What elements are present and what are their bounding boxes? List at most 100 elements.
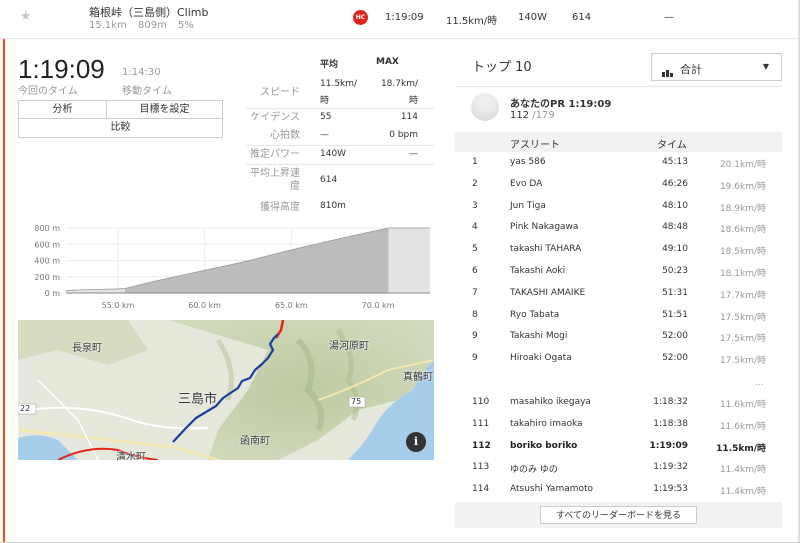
leaderboard-time: 45:13 xyxy=(662,157,688,167)
leaderboard-row[interactable]: 113 ゆのみ ゆの 1:19:32 11.4km/時 xyxy=(455,457,782,479)
leaderboard-athlete-name[interactable]: Atsushi Yamamoto xyxy=(510,484,593,494)
stat-label-heartrate: 心拍数 xyxy=(270,130,300,141)
leaderboard-rank: 1 xyxy=(472,157,478,167)
leaderboard-rank: 110 xyxy=(472,397,490,407)
leaderboard-time: 50:23 xyxy=(662,266,688,276)
info-icon[interactable]: i xyxy=(406,432,426,452)
hc-category-badge: HC xyxy=(353,10,368,25)
leaderboard-row[interactable]: 110 masahiko ikegaya 1:18:32 11.6km/時 xyxy=(455,392,782,414)
leaderboard-athlete-name[interactable]: takashi TAHARA xyxy=(510,244,581,254)
leaderboard-speed: 18.6km/時 xyxy=(719,225,766,236)
leaderboard-speed: 17.5km/時 xyxy=(719,312,766,323)
leaderboard-time: 1:19:53 xyxy=(653,484,688,495)
leaderboard-time: 1:18:32 xyxy=(653,397,688,407)
leaderboard-athlete-name[interactable]: Jun Tiga xyxy=(510,201,546,211)
leaderboard-athlete-name[interactable]: Pink Nakagawa xyxy=(510,222,578,232)
leaderboard-row[interactable]: 9 Takashi Mogi 52:00 17.5km/時 xyxy=(455,326,782,348)
segment-time: 1:19:09 xyxy=(385,12,424,23)
view-all-leaderboards-button[interactable]: すべてのリーダーボードを見る xyxy=(540,506,697,524)
stats-max-header: MAX xyxy=(376,57,399,67)
x-axis-ticks: 55.0 km 60.0 km 65.0 km 70.0 km xyxy=(102,301,395,310)
leaderboard-title: トップ 10 xyxy=(472,60,532,75)
leaderboard-row[interactable]: 1 yas 586 45:13 20.1km/時 xyxy=(455,152,782,174)
leaderboard-rank: 5 xyxy=(472,244,478,255)
leaderboard-athlete-name[interactable]: Hiroaki Ogata xyxy=(510,353,572,363)
map-label-mishima: 三島市 xyxy=(178,392,218,407)
segment-distance: 15.1km xyxy=(89,20,127,31)
leaderboard-speed: 11.6km/時 xyxy=(719,421,766,432)
leaderboard-athlete-name[interactable]: yas 586 xyxy=(510,157,546,167)
leaderboard-time: 1:18:38 xyxy=(653,418,688,429)
personal-record-title: あなたのPR 1:19:09 xyxy=(510,99,612,110)
leaderboard-time: 52:00 xyxy=(662,331,688,342)
leaderboard-row[interactable]: 114 Atsushi Yamamoto 1:19:53 11.4km/時 xyxy=(455,479,782,501)
stat-label-speed: スピード xyxy=(260,87,300,98)
leaderboard-athlete-name[interactable]: Evo DA xyxy=(510,179,542,189)
stat-label-cadence: ケイデンス xyxy=(250,112,300,123)
stat-avg-cadence: 55 xyxy=(320,112,332,122)
leaderboard-rank: 112 xyxy=(472,440,491,451)
elapsed-time-label: 今回のタイム xyxy=(18,86,78,97)
star-icon[interactable]: ★ xyxy=(20,9,32,24)
stat-max-heartrate: 0 bpm xyxy=(389,130,418,140)
leaderboard-athlete-name[interactable]: TAKASHI AMAIKE xyxy=(510,288,585,298)
leaderboard-rank: 9 xyxy=(472,331,478,342)
leaderboard-row[interactable]: 2 Evo DA 46:26 19.6km/時 xyxy=(455,174,782,196)
leaderboard-speed: 19.6km/時 xyxy=(719,181,766,192)
chevron-down-icon: ▼ xyxy=(762,62,769,71)
set-goal-button[interactable]: 目標を設定 xyxy=(106,100,223,119)
leaderboard-athlete-name[interactable]: Ryo Tabata xyxy=(510,310,559,320)
leaderboard-athlete-name[interactable]: boriko boriko xyxy=(510,441,577,451)
leaderboard-row[interactable]: 7 TAKASHI AMAIKE 51:31 17.7km/時 xyxy=(455,283,782,305)
segment-name[interactable]: 箱根峠（三島側）Climb xyxy=(89,4,209,20)
leaderboard-rank: 113 xyxy=(472,462,490,473)
y-axis-ticks: 800 m 600 m 400 m 200 m 0 m xyxy=(34,224,60,298)
leaderboard-rank: 111 xyxy=(472,418,490,429)
segment-row[interactable]: ★ 箱根峠（三島側）Climb 15.1km 809m 5% HC 1:19:0… xyxy=(0,0,798,39)
leaderboard-athlete-name[interactable]: masahiko ikegaya xyxy=(510,397,591,407)
leaderboard-speed: 17.5km/時 xyxy=(719,356,766,367)
segment-grade: 5% xyxy=(178,20,194,31)
elapsed-time: 1:19:09 xyxy=(18,54,105,84)
y-tick-label: 200 m xyxy=(34,273,60,282)
leaderboard-row[interactable]: 4 Pink Nakagawa 48:48 18.6km/時 xyxy=(455,217,782,239)
leaderboard-row[interactable]: 3 Jun Tiga 48:10 18.9km/時 xyxy=(455,196,782,218)
leaderboard-athlete-name[interactable]: takahiro imaoka xyxy=(510,419,583,429)
avatar[interactable] xyxy=(471,93,499,121)
leaderboard-time: 52:00 xyxy=(662,353,688,364)
leaderboard-rank: 3 xyxy=(472,200,478,211)
elevation-chart[interactable]: 800 m 600 m 400 m 200 m 0 m 55.0 km 60.0 km 65… xyxy=(18,220,434,316)
leaderboard-athlete-name[interactable]: ゆのみ ゆの xyxy=(510,462,558,475)
x-tick-label: 70.0 km xyxy=(362,301,395,310)
leaderboard-filter-select[interactable]: 合計 ▼ xyxy=(651,53,782,81)
leaderboard-time: 51:31 xyxy=(662,287,688,298)
route-map[interactable]: 22 75 長泉町 湯河原町 三島市 真鶴町 函南町 清水町 i xyxy=(18,320,434,460)
segment-extra: — xyxy=(664,12,674,23)
leaderboard-athlete-name[interactable]: Takashi Mogi xyxy=(510,331,567,341)
compare-button[interactable]: 比較 xyxy=(18,118,223,138)
stat-max-power: — xyxy=(409,149,418,159)
leaderboard-header: アスリート タイム xyxy=(455,132,782,152)
analysis-button[interactable]: 分析 xyxy=(18,100,107,119)
leaderboard-athlete-name[interactable]: Takashi Aoki xyxy=(510,266,565,276)
segment-meta: 15.1km 809m 5% xyxy=(89,20,202,31)
leaderboard-rank: 2 xyxy=(472,178,478,189)
segment-power: 140W xyxy=(518,12,547,23)
leaderboard-speed: 17.5km/時 xyxy=(719,334,766,345)
leaderboard-time: 49:10 xyxy=(662,244,688,255)
bar-chart-icon xyxy=(662,64,674,77)
leaderboard-row[interactable]: 6 Takashi Aoki 50:23 18.1km/時 xyxy=(455,261,782,283)
leaderboard-row[interactable]: 5 takashi TAHARA 49:10 18.5km/時 xyxy=(455,239,782,261)
stats-avg-header: 平均 xyxy=(320,60,339,70)
leaderboard-row[interactable]: 8 Ryo Tabata 51:51 17.5km/時 xyxy=(455,305,782,327)
leaderboard-row-current-user[interactable]: 112 boriko boriko 1:19:09 11.5km/時 xyxy=(455,436,782,458)
y-tick-label: 400 m xyxy=(34,257,60,266)
x-tick-label: 55.0 km xyxy=(102,301,135,310)
leaderboard-gap: ... xyxy=(755,378,764,388)
segment-elevation: 809m xyxy=(138,20,167,31)
personal-record-rank: 112 /179 xyxy=(510,110,555,121)
leaderboard-row[interactable]: 111 takahiro imaoka 1:18:38 11.6km/時 xyxy=(455,414,782,436)
leaderboard-row[interactable]: 9 Hiroaki Ogata 52:00 17.5km/時 xyxy=(455,348,782,370)
y-tick-label: 600 m xyxy=(34,240,60,249)
leaderboard-speed: 11.6km/時 xyxy=(719,400,766,410)
